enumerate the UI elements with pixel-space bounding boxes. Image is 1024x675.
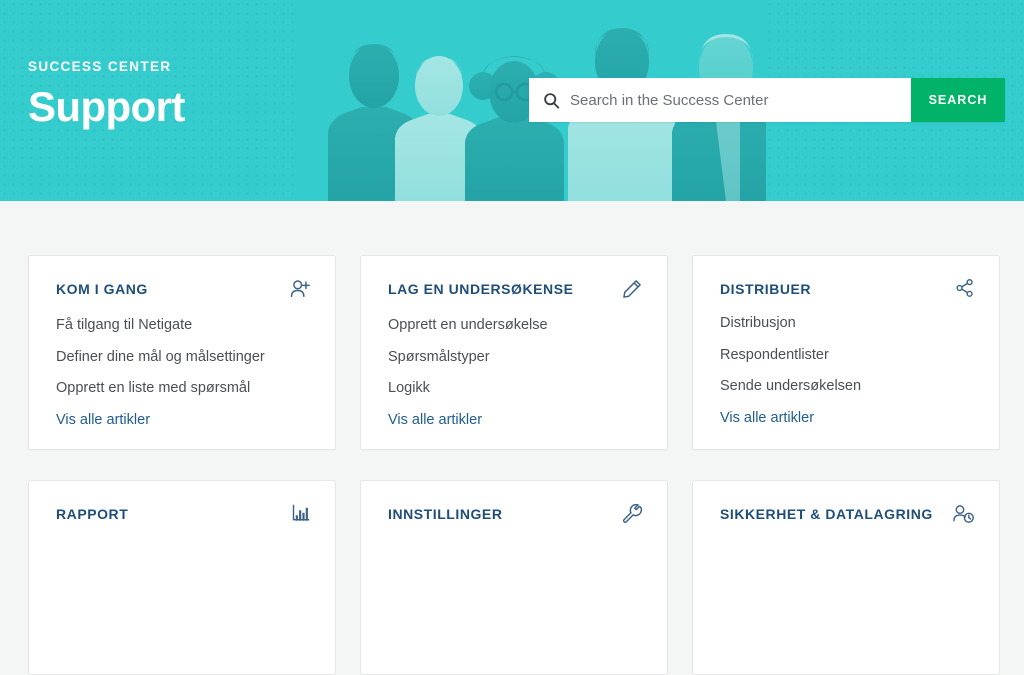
card-innstillinger[interactable]: INNSTILLINGER	[360, 480, 668, 675]
card-header: KOM I GANG	[56, 278, 311, 300]
card-link-list: Distribusjon Respondentlister Sende unde…	[720, 316, 975, 425]
card-sikkerhet-datalagring[interactable]: SIKKERHET & DATALAGRING	[692, 480, 1000, 675]
card-link[interactable]: Spørsmålstyper	[388, 349, 643, 382]
card-link[interactable]: Få tilgang til Netigate	[56, 318, 311, 350]
card-header: DISTRIBUER	[720, 278, 975, 298]
search-button[interactable]: SEARCH	[911, 78, 1005, 122]
card-title: KOM I GANG	[56, 281, 148, 297]
card-header: RAPPORT	[56, 503, 311, 523]
wrench-icon	[621, 503, 643, 525]
view-all-articles-link[interactable]: Vis alle artikler	[388, 412, 643, 428]
card-link[interactable]: Opprett en undersøkelse	[388, 318, 643, 350]
card-link-list: Opprett en undersøkelse Spørsmålstyper L…	[388, 318, 643, 427]
card-rapport[interactable]: RAPPORT	[28, 480, 336, 675]
share-icon	[955, 278, 975, 298]
search-icon	[543, 92, 560, 109]
card-header: SIKKERHET & DATALAGRING	[720, 503, 975, 525]
pencil-icon	[621, 278, 643, 300]
card-title: DISTRIBUER	[720, 281, 812, 297]
card-link[interactable]: Sende undersøkelsen	[720, 379, 975, 411]
hero-text-block: SUCCESS CENTER Support	[28, 60, 185, 128]
card-kom-i-gang[interactable]: KOM I GANG Få tilgang til Netigate Defin…	[28, 255, 336, 450]
user-plus-icon	[289, 278, 311, 300]
search-bar[interactable]: SEARCH	[529, 78, 1005, 122]
card-link-list: Få tilgang til Netigate Definer dine mål…	[56, 318, 311, 427]
card-link[interactable]: Respondentlister	[720, 347, 975, 380]
bar-chart-icon	[291, 503, 311, 523]
card-link[interactable]: Definer dine mål og målsettinger	[56, 349, 311, 382]
hero-banner: SUCCESS CENTER Support SEARCH	[0, 0, 1024, 201]
card-link[interactable]: Opprett en liste med spørsmål	[56, 381, 311, 413]
user-clock-icon	[952, 503, 975, 525]
hero-kicker: SUCCESS CENTER	[28, 59, 172, 74]
card-header: INNSTILLINGER	[388, 503, 643, 525]
card-title: INNSTILLINGER	[388, 506, 503, 522]
category-card-grid: KOM I GANG Få tilgang til Netigate Defin…	[28, 255, 1000, 675]
card-header: LAG EN UNDERSØKENSE	[388, 278, 643, 300]
page-title: Support	[28, 82, 185, 130]
card-link[interactable]: Distribusjon	[720, 316, 975, 348]
card-title: RAPPORT	[56, 506, 129, 522]
view-all-articles-link[interactable]: Vis alle artikler	[720, 410, 975, 426]
card-title: LAG EN UNDERSØKENSE	[388, 281, 574, 297]
card-title: SIKKERHET & DATALAGRING	[720, 506, 933, 522]
search-field[interactable]	[529, 78, 911, 122]
card-lag-en-undersokense[interactable]: LAG EN UNDERSØKENSE Opprett en undersøke…	[360, 255, 668, 450]
card-link[interactable]: Logikk	[388, 381, 643, 413]
card-distribuer[interactable]: DISTRIBUER Distribusjon Respondentlister…	[692, 255, 1000, 450]
view-all-articles-link[interactable]: Vis alle artikler	[56, 412, 311, 428]
search-input[interactable]	[570, 78, 911, 122]
